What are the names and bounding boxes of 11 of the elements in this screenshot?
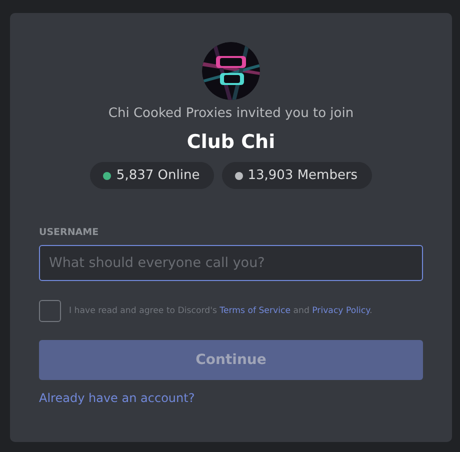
server-name: Club Chi	[186, 131, 276, 153]
agree-text: I have read and agree to Discord's Terms of Service and Privacy Policy.	[69, 306, 372, 316]
agree-checkbox[interactable]	[39, 300, 61, 322]
privacy-link[interactable]: Privacy Policy	[312, 306, 370, 316]
stat-label: 13,903 Members	[248, 168, 358, 183]
invite-text: Chi Cooked Proxies invited you to join	[108, 106, 354, 121]
terms-link[interactable]: Terms of Service	[220, 306, 290, 316]
username-field[interactable]: What should everyone call you?	[39, 245, 423, 281]
stat-label: 5,837 Online	[116, 168, 200, 183]
login-link[interactable]: Already have an account?	[39, 391, 195, 405]
field-label: USERNAME	[39, 227, 100, 238]
